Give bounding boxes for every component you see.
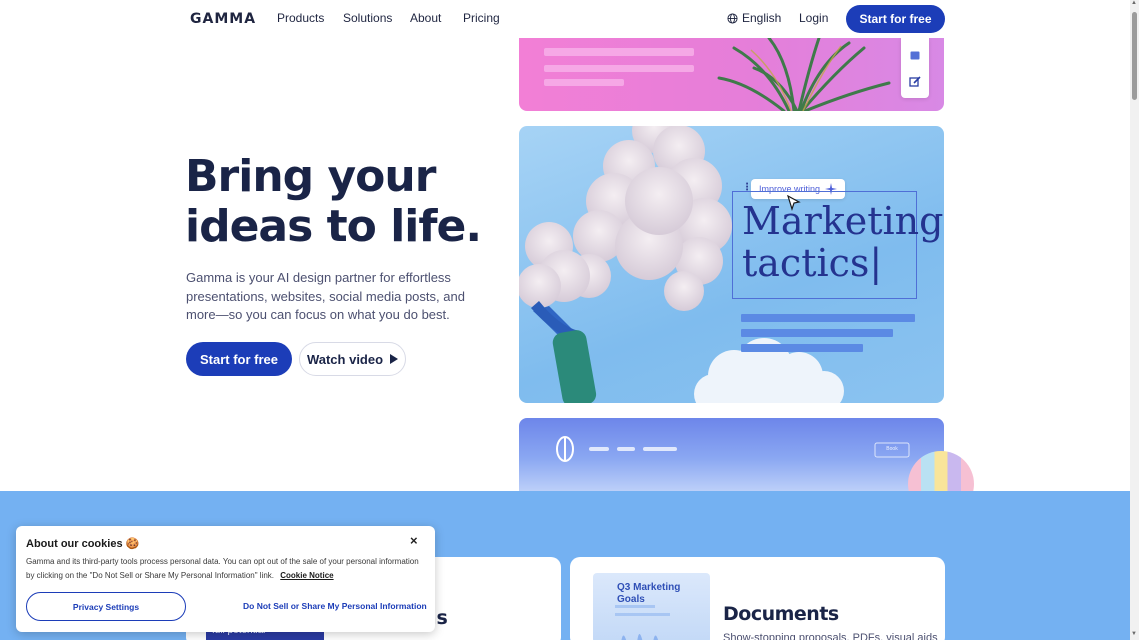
watch-video-label: Watch video <box>306 351 384 367</box>
scroll-down-icon[interactable]: ▼ <box>1131 631 1137 637</box>
feature-title-documents: Documents <box>723 603 839 625</box>
play-icon <box>390 354 399 364</box>
hero-title-line1: Bring your <box>185 151 436 202</box>
nav-link-pricing[interactable]: Pricing <box>463 11 500 25</box>
privacy-settings-button[interactable]: Privacy Settings <box>26 592 186 621</box>
side-toolbar <box>901 38 929 98</box>
document-thumbnail-title: Q3 Marketing Goals <box>617 582 681 605</box>
book-button[interactable]: Book <box>875 446 909 452</box>
cookie-banner: About our cookies 🍪 × Gamma and its thir… <box>16 526 435 632</box>
calendar-icon[interactable] <box>910 50 920 60</box>
watch-video-button[interactable]: Watch video <box>299 342 406 376</box>
login-link[interactable]: Login <box>799 11 828 25</box>
close-icon[interactable]: × <box>410 533 418 548</box>
cookie-notice-link[interactable]: Cookie Notice <box>280 571 333 580</box>
cookie-title: About our cookies 🍪 <box>26 538 140 550</box>
do-not-sell-link[interactable]: Do Not Sell or Share My Personal Informa… <box>243 601 427 611</box>
pink-card-illustration <box>544 38 891 111</box>
gamma-logo[interactable]: GAMMA <box>190 11 256 27</box>
feature-description-documents: Show-stopping proposals, PDFs, visual ai… <box>723 632 938 640</box>
scroll-up-icon[interactable]: ▲ <box>1131 0 1137 6</box>
nav-link-products[interactable]: Products <box>277 11 324 25</box>
start-for-free-button[interactable]: Start for free <box>186 342 292 376</box>
marketing-heading-line1: Marketing <box>742 199 944 243</box>
nav-start-button[interactable]: Start for free <box>846 5 945 33</box>
nav-link-about[interactable]: About <box>410 11 441 25</box>
hero-description: Gamma is your AI design partner for effo… <box>186 270 465 322</box>
edit-icon[interactable] <box>909 76 921 88</box>
scrollbar-thumb[interactable] <box>1132 12 1137 100</box>
showcase-card-website: Book <box>519 418 944 498</box>
cookie-text: Gamma and its third-party tools process … <box>26 555 426 583</box>
language-selector[interactable]: English <box>727 11 781 25</box>
globe-icon <box>727 12 738 24</box>
language-label: English <box>742 11 782 25</box>
top-nav: GAMMA Products Solutions About Pricing E… <box>0 0 1130 38</box>
marketing-heading-line2: tactics| <box>742 241 883 285</box>
website-preview-illustration <box>556 436 910 462</box>
page: GAMMA Products Solutions About Pricing E… <box>0 0 1139 640</box>
hero-title: Bring your ideas to life. <box>185 152 505 252</box>
nav-link-solutions[interactable]: Solutions <box>343 11 392 25</box>
marketing-heading: Marketing tactics| <box>742 200 943 284</box>
hero-title-line2: ideas to life. <box>185 201 482 252</box>
cookie-body: Gamma and its third-party tools process … <box>26 557 419 580</box>
showcase-card-pink <box>519 38 944 111</box>
